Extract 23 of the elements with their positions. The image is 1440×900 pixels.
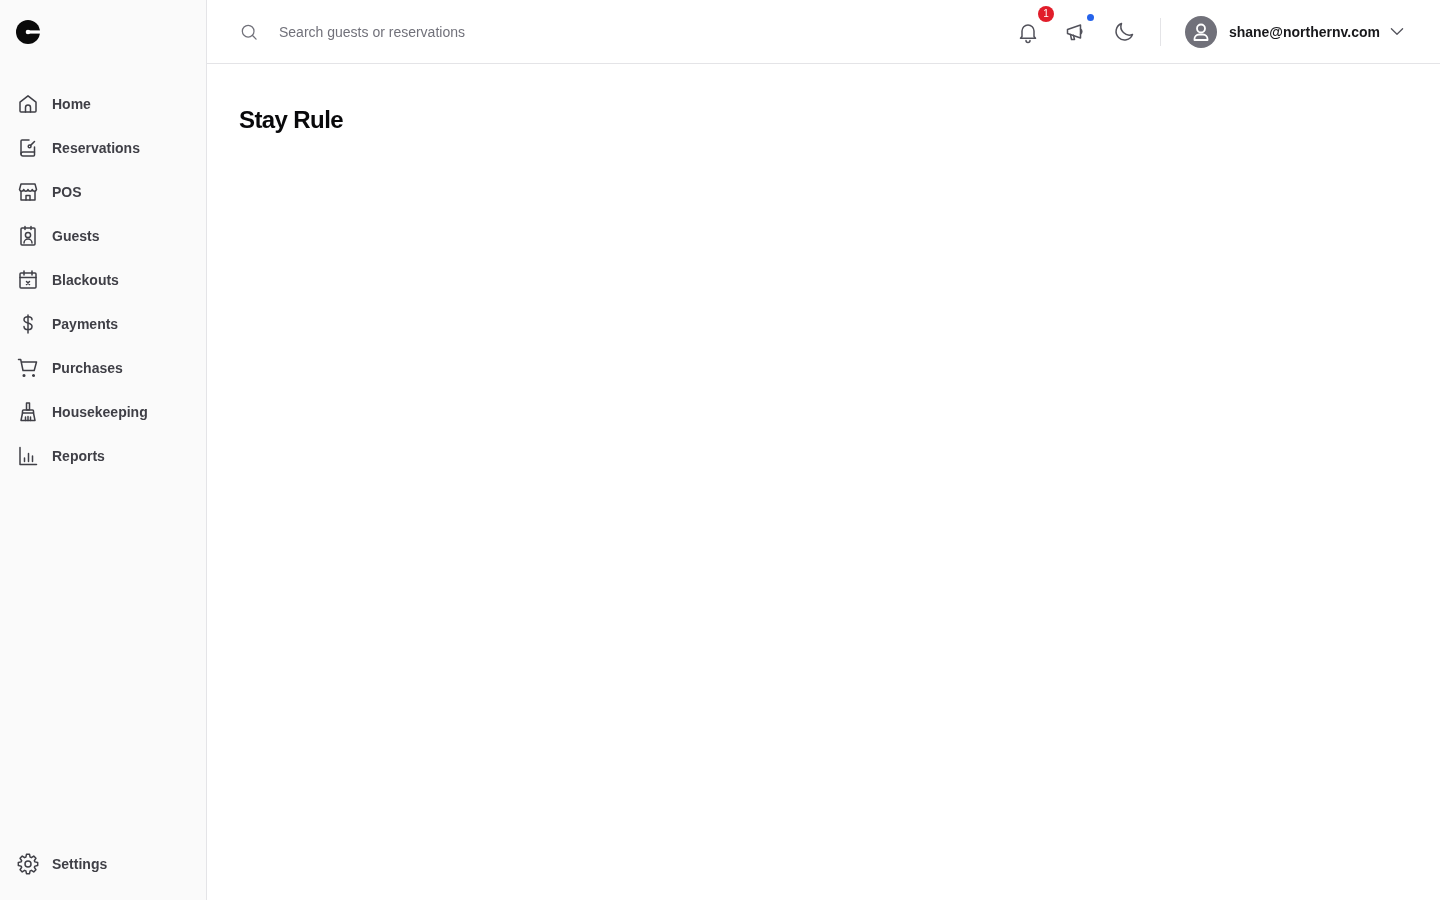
nav-item[interactable]: Reports bbox=[8, 434, 198, 478]
nav-item[interactable]: POS bbox=[8, 170, 198, 214]
nav-item[interactable]: Blackouts bbox=[8, 258, 198, 302]
nav-item[interactable]: Reservations bbox=[8, 126, 198, 170]
nav-item[interactable]: Housekeeping bbox=[8, 390, 198, 434]
notification-badge: 1 bbox=[1037, 5, 1054, 22]
gear-icon bbox=[16, 852, 40, 876]
search-field[interactable]: Search guests or reservations bbox=[279, 17, 699, 46]
calendar-icon bbox=[16, 268, 40, 292]
bar-chart-icon bbox=[16, 444, 40, 468]
chevron-down-icon bbox=[1390, 27, 1404, 36]
logo-icon bbox=[16, 20, 40, 44]
cart-icon bbox=[16, 356, 40, 380]
avatar-icon bbox=[1184, 15, 1217, 48]
home-icon bbox=[16, 92, 40, 116]
nav-item[interactable]: Purchases bbox=[8, 346, 198, 390]
nav-item[interactable]: Settings bbox=[8, 842, 198, 886]
nav-item[interactable]: Payments bbox=[8, 302, 198, 346]
user-menu-button[interactable]: shane@northernv.com bbox=[1184, 15, 1404, 48]
page-title: Stay Rule bbox=[239, 105, 344, 135]
nav-item[interactable]: Guests bbox=[8, 214, 198, 258]
storefront-icon bbox=[16, 180, 40, 204]
nav-item[interactable]: Home bbox=[8, 82, 198, 126]
